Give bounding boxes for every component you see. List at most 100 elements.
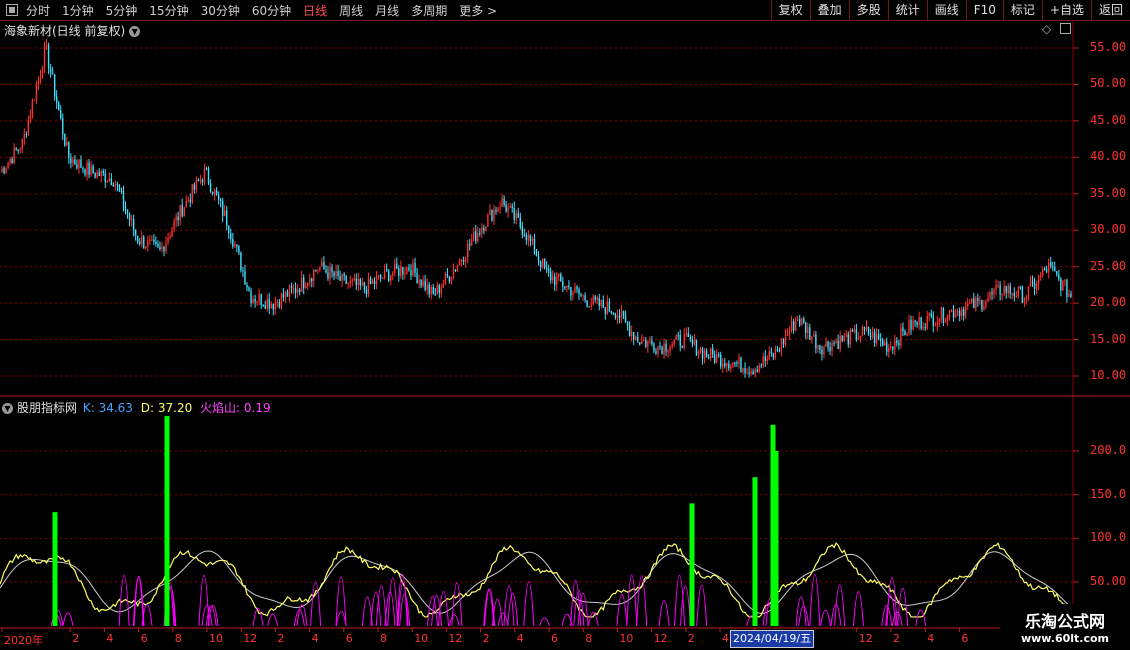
candle-body [513,207,515,220]
candle-body [420,279,422,286]
collapse-icon[interactable]: ▼ [2,403,13,414]
candle-body [282,293,285,298]
candle-body [226,210,228,226]
candle-body [385,269,388,271]
candle-body [989,292,991,298]
candle-body [104,173,106,183]
candle-body [912,320,914,330]
candle-body [930,313,932,317]
candle-body [811,336,813,340]
candle-body [122,191,125,207]
candle-body [106,181,108,183]
candle-body [908,320,910,334]
candle-body [302,277,305,289]
candle-body [118,185,121,191]
candle-body [819,345,821,350]
candle-body [600,300,602,307]
candle-body [564,286,566,289]
candle-body [839,335,841,349]
candle-body [406,267,408,274]
candle-body [70,158,72,164]
candle-body [626,321,629,326]
candle-body [608,301,611,312]
candle-body [578,289,580,295]
candle-body [272,303,275,310]
candle-body [276,301,279,303]
candle-body [58,102,60,111]
time-tick-label: 4 [927,632,935,645]
candle-body [157,243,159,248]
candle-body [450,277,453,282]
candle-body [29,115,32,120]
candle-body [928,313,930,316]
candle-body [699,348,702,353]
candle-body [355,278,358,286]
candle-body [770,351,773,354]
candle-body [116,184,119,186]
candle-body [649,340,651,342]
candle-body [995,285,997,290]
candle-body [108,178,111,182]
candle-body [661,347,663,355]
candle-body [924,327,926,329]
candle-body [347,283,349,285]
candle-body [594,296,596,300]
k-value: K: 34.63 [82,401,133,415]
candle-body [242,270,244,272]
candle-body [612,313,615,315]
candle-body [266,299,268,309]
candle-body [845,334,847,336]
candle-body [331,267,333,273]
candle-body [183,207,185,217]
candle-body [892,346,894,350]
candle-body [132,218,135,231]
fire-spike [497,612,509,627]
candle-body [1017,286,1020,296]
indicator-bar [752,477,758,626]
fire-spike [915,609,927,627]
candle-body [114,184,117,187]
candle-body [410,270,412,276]
candle-body [361,282,364,286]
candle-body [112,184,115,187]
candle-body [412,262,414,276]
candle-body [203,168,206,183]
candle-body [90,165,92,175]
fire-spike [897,587,909,627]
candle-body [309,278,311,283]
candle-body [888,347,890,353]
candle-body [983,306,985,310]
candle-body [369,278,372,284]
candle-body [80,159,82,168]
time-tick-label: 4 [722,632,729,645]
candle-body [7,162,9,169]
candle-body [1031,281,1034,283]
candle-body [683,334,685,348]
candle-body [424,280,426,291]
candle-body [881,340,884,346]
time-tick-label: 2 [893,632,900,645]
candle-body [754,369,756,375]
candle-body [68,142,70,159]
time-tick-label: 2 [687,632,695,645]
candle-body [440,287,443,293]
candle-body [1021,286,1024,303]
candle-body [1058,274,1060,279]
candle-body [971,298,973,304]
candle-body [740,357,742,372]
candle-body [100,170,102,177]
candle-body [404,273,406,275]
candle-body [580,294,582,296]
candle-body [643,340,645,342]
candle-body [205,168,208,170]
candle-body [549,271,552,280]
candle-body [709,348,712,359]
candle-body [622,310,625,316]
candle-body [124,206,127,210]
candle-body [1035,284,1038,289]
candle-body [639,342,641,345]
candle-body [1005,286,1007,293]
candle-body [772,353,775,358]
time-tick-label: 2 [72,632,80,645]
time-tick-label: 6 [345,632,353,645]
